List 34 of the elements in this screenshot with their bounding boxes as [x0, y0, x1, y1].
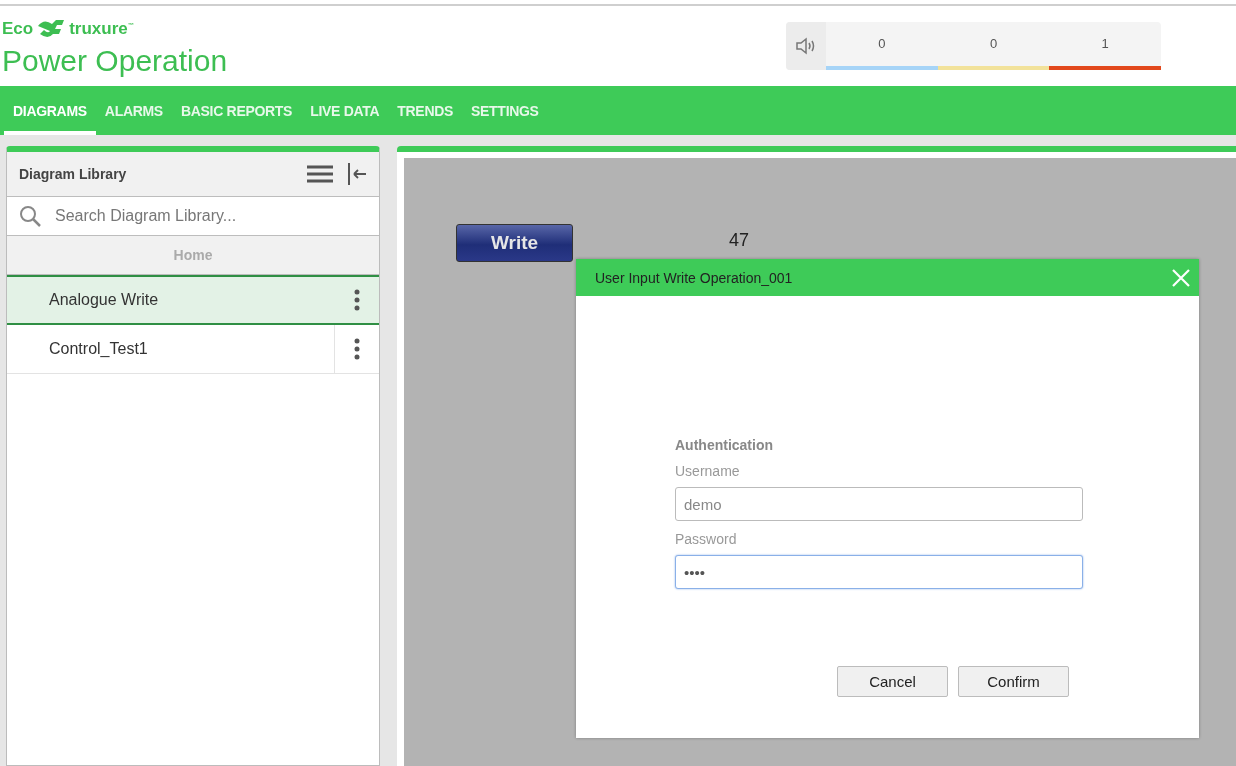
- field-label: Password: [675, 531, 738, 547]
- write-button[interactable]: Write: [456, 224, 573, 262]
- nav-tab[interactable]: DIAGRAMS: [4, 86, 96, 135]
- dialog-button[interactable]: Confirm: [958, 666, 1069, 697]
- more-icon[interactable]: [354, 338, 360, 360]
- alarm-count: 0: [878, 36, 886, 51]
- search-icon: [19, 205, 41, 227]
- more-icon[interactable]: [354, 289, 360, 311]
- field-label: Username: [675, 463, 741, 479]
- panel-title: Diagram Library: [19, 166, 128, 182]
- collapse-icon[interactable]: [347, 163, 367, 185]
- nav-tab[interactable]: SETTINGS: [462, 86, 548, 135]
- brand-text: Eco: [2, 19, 34, 39]
- nav-tab[interactable]: TRENDS: [388, 86, 463, 135]
- diagram-list-item[interactable]: Control_Test1: [7, 325, 379, 374]
- nav-tab[interactable]: BASIC REPORTS: [171, 86, 302, 135]
- app-title: Power Operation: [2, 44, 228, 78]
- menu-icon[interactable]: [307, 165, 333, 183]
- speaker-icon[interactable]: [795, 37, 817, 55]
- diagram-list-item[interactable]: Analogue Write: [7, 275, 379, 325]
- nav-tab[interactable]: LIVE DATA: [301, 86, 389, 135]
- alarm-count: 0: [989, 36, 998, 51]
- username-field[interactable]: demo: [675, 487, 1083, 521]
- search-field[interactable]: Search Diagram Library...: [53, 206, 367, 226]
- dialog-title: User Input Write Operation_001: [595, 269, 793, 286]
- breadcrumb[interactable]: Home: [7, 236, 379, 275]
- password-field[interactable]: ••••: [675, 555, 1083, 589]
- value-readout: 47: [729, 230, 750, 251]
- dialog-button[interactable]: Cancel: [837, 666, 948, 697]
- brand-text: truxure: [69, 19, 128, 39]
- alarm-count: 1: [1101, 36, 1109, 51]
- alarm-summary[interactable]: 0 0 1: [786, 22, 1161, 70]
- section-heading: Authentication: [675, 437, 774, 453]
- nav-tab[interactable]: ALARMS: [95, 86, 172, 135]
